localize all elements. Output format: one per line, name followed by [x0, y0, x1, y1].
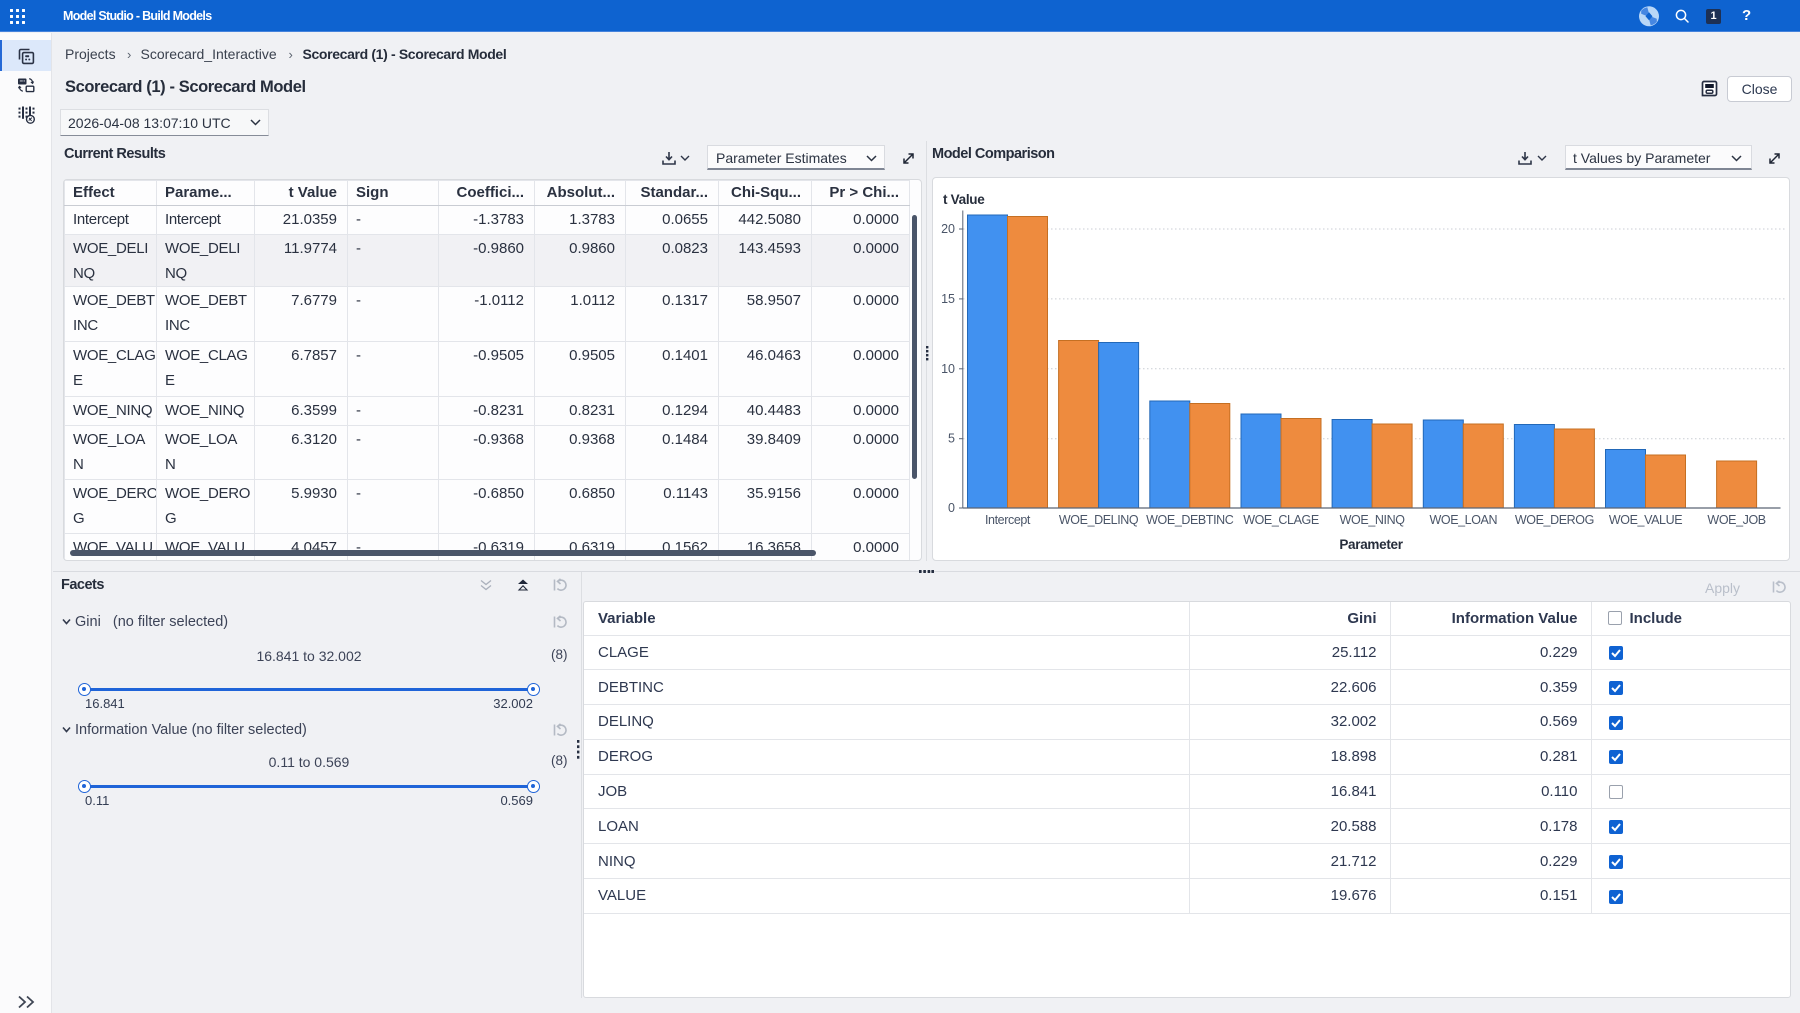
svg-text:20: 20 [941, 222, 955, 236]
svg-text:WOE_CLAGE: WOE_CLAGE [1243, 513, 1319, 527]
svg-text:WOE_DEBTINC: WOE_DEBTINC [1146, 513, 1234, 527]
svg-text:WOE_JOB: WOE_JOB [1707, 513, 1765, 527]
svg-text:15: 15 [941, 292, 955, 306]
svg-text:WOE_DEROG: WOE_DEROG [1515, 513, 1594, 527]
svg-text:Intercept: Intercept [985, 513, 1031, 527]
svg-text:0: 0 [948, 501, 955, 515]
svg-text:WOE_DELINQ: WOE_DELINQ [1059, 513, 1139, 527]
svg-text:Parameter: Parameter [1339, 537, 1403, 552]
svg-text:10: 10 [941, 362, 955, 376]
svg-text:WOE_VALUE: WOE_VALUE [1609, 513, 1682, 527]
svg-text:5: 5 [948, 432, 955, 446]
svg-text:t Value: t Value [943, 192, 985, 207]
svg-text:WOE_LOAN: WOE_LOAN [1429, 513, 1497, 527]
svg-text:WOE_NINQ: WOE_NINQ [1340, 513, 1406, 527]
